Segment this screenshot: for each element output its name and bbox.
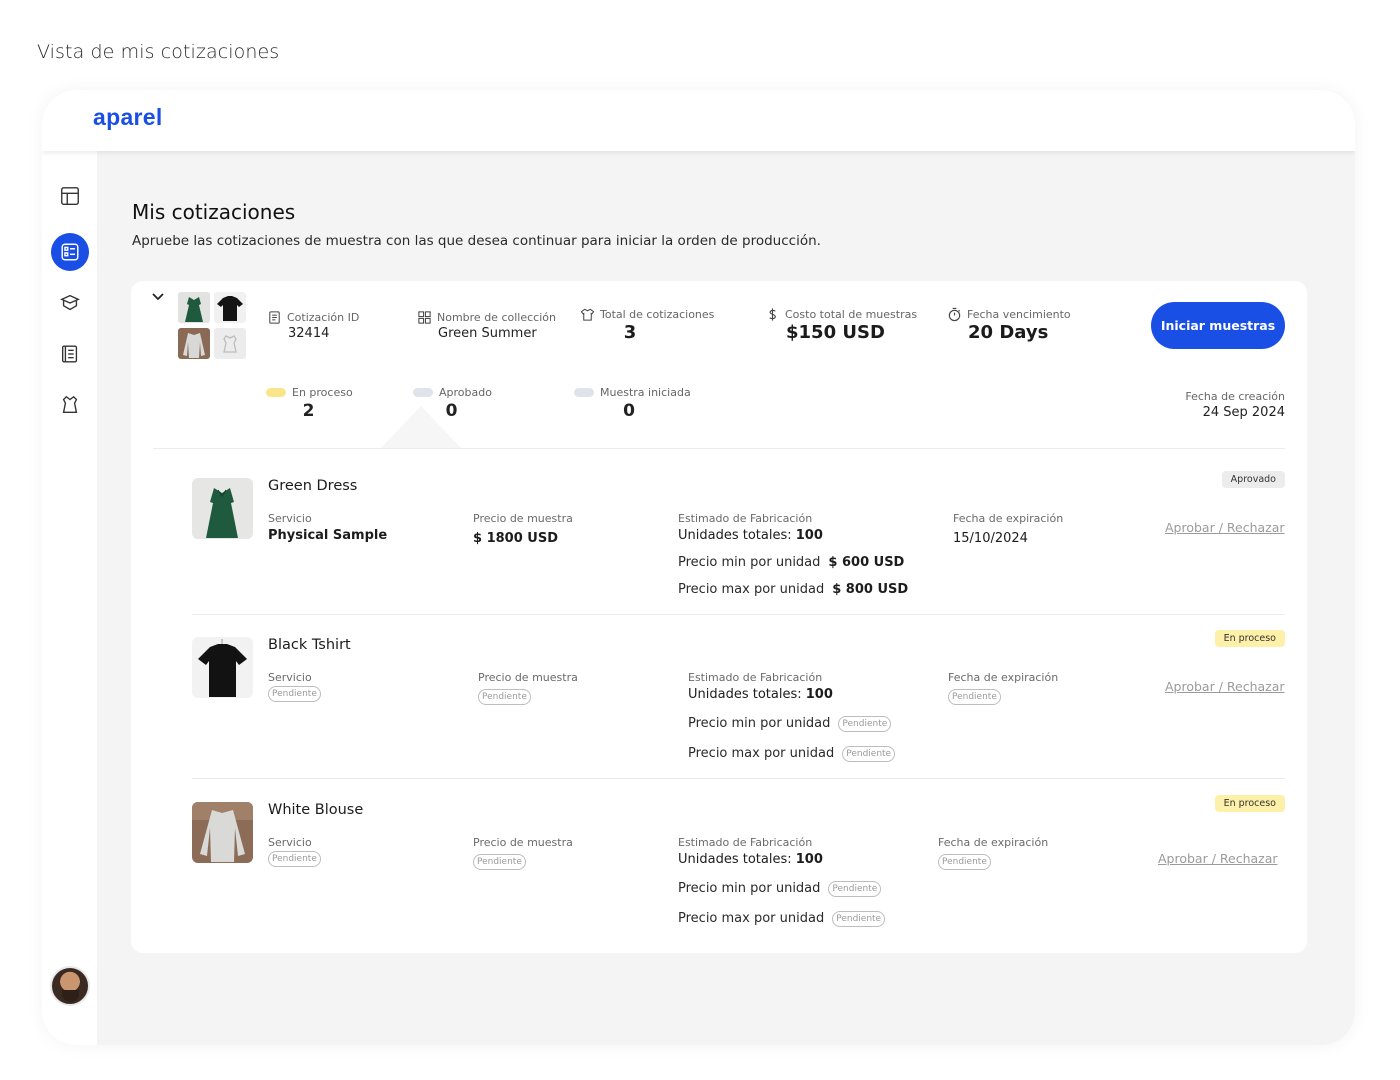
sidebar-item-dashboard[interactable] xyxy=(51,177,88,214)
catalog-icon xyxy=(61,345,77,362)
timer-icon xyxy=(948,307,961,322)
thumbnail-black-tshirt xyxy=(214,292,246,323)
sample-price-column: Precio de muestra $ 1800 USD xyxy=(473,512,573,546)
approve-reject-link[interactable]: Aprobar / Rechazar xyxy=(1158,851,1278,866)
sidebar-item-quotes[interactable] xyxy=(51,233,89,271)
pending-tag: Pendiente xyxy=(828,881,882,897)
expiration-column: Fecha de expiración Pendiente xyxy=(938,836,1048,870)
page-subtitle: Apruebe las cotizaciones de muestra con … xyxy=(132,233,821,249)
grid-icon xyxy=(418,311,431,324)
divider xyxy=(192,614,1285,615)
sample-price-column: Precio de muestra Pendiente xyxy=(473,836,573,870)
sidebar xyxy=(42,151,97,1045)
estimate-column: Estimado de Fabricación Unidades totales… xyxy=(678,836,886,927)
pending-tag: Pendiente xyxy=(478,689,531,705)
aparel-logo[interactable]: aparel xyxy=(93,104,163,131)
service-column: Servicio Pendiente xyxy=(268,671,321,702)
item-name: Black Tshirt xyxy=(268,637,351,653)
creation-date: Fecha de creación 24 Sep 2024 xyxy=(1185,390,1285,420)
status-badge: En proceso xyxy=(1214,630,1285,647)
page-title: Mis cotizaciones xyxy=(132,200,296,224)
pending-tag: Pendiente xyxy=(842,746,896,762)
expiration-column: Fecha de expiración Pendiente xyxy=(948,671,1058,705)
sample-price-column: Precio de muestra Pendiente xyxy=(478,671,578,705)
pending-tag: Pendiente xyxy=(268,686,321,702)
chevron-down-icon[interactable] xyxy=(151,290,165,304)
divider xyxy=(153,448,1285,449)
item-image-green-dress xyxy=(192,478,253,539)
estimate-column: Estimado de Fabricación Unidades totales… xyxy=(688,671,896,762)
service-column: Servicio Pendiente xyxy=(268,836,321,867)
pending-tag: Pendiente xyxy=(268,851,321,867)
collection-name: Nombre de collección Green Summer xyxy=(417,310,556,341)
top-bar: aparel xyxy=(42,90,1355,151)
list-item: Green Dress Aprovado Servicio Physical S… xyxy=(192,471,1285,598)
garment-icon xyxy=(62,395,77,413)
box-icon xyxy=(59,294,80,310)
thumbnail-green-dress xyxy=(178,292,210,323)
item-name: Green Dress xyxy=(268,478,358,494)
pending-tag: Pendiente xyxy=(832,911,886,927)
sidebar-item-samples[interactable] xyxy=(51,284,88,321)
sidebar-item-garments[interactable] xyxy=(51,386,88,423)
status-in-process: En proceso 2 xyxy=(266,386,353,421)
start-samples-button[interactable]: Iniciar muestras xyxy=(1151,302,1285,349)
estimate-column: Estimado de Fabricación Unidades totales… xyxy=(678,512,909,597)
pending-tag: Pendiente xyxy=(473,854,526,870)
pending-tag: Pendiente xyxy=(938,854,991,870)
list-item: White Blouse En proceso Servicio Pendien… xyxy=(192,795,1285,927)
layout-icon xyxy=(60,186,79,205)
quote-id: Cotización ID 32414 xyxy=(267,310,359,341)
sidebar-item-catalog[interactable] xyxy=(51,335,88,372)
item-name: White Blouse xyxy=(268,802,364,818)
item-image-white-blouse xyxy=(192,802,253,863)
due-date: Fecha vencimiento 20 Days xyxy=(947,307,1071,343)
collection-thumbnails xyxy=(178,292,248,360)
total-samples-cost: Costo total de muestras $150 USD xyxy=(765,307,917,343)
thumbnail-white-blouse xyxy=(178,328,210,359)
app-window: aparel Mis cotizaciones Apruebe las coti… xyxy=(42,90,1355,1045)
approve-reject-link[interactable]: Aprobar / Rechazar xyxy=(1165,520,1285,535)
list-item: Black Tshirt En proceso Servicio Pendien… xyxy=(192,630,1285,762)
approve-reject-link[interactable]: Aprobar / Rechazar xyxy=(1165,679,1285,694)
service-column: Servicio Physical Sample xyxy=(268,512,388,543)
dollar-icon xyxy=(769,308,776,321)
pending-tag: Pendiente xyxy=(838,716,892,732)
page-caption: Vista de mis cotizaciones xyxy=(37,41,280,63)
status-pill xyxy=(413,388,433,397)
document-icon xyxy=(269,311,280,324)
status-pill xyxy=(574,388,594,397)
quotes-list-icon xyxy=(61,243,79,261)
item-image-black-tshirt xyxy=(192,637,253,698)
pending-tag: Pendiente xyxy=(948,689,1001,705)
expiration-column: Fecha de expiración 15/10/2024 xyxy=(953,512,1064,546)
quote-card: Cotización ID 32414 Nombre de collección… xyxy=(131,281,1307,953)
user-avatar[interactable] xyxy=(50,966,90,1006)
tshirt-icon xyxy=(580,308,595,321)
status-pointer xyxy=(381,406,461,448)
total-quotes: Total de cotizaciones 3 xyxy=(580,307,714,343)
status-pill xyxy=(266,388,286,397)
thumbnail-placeholder xyxy=(214,328,246,359)
divider xyxy=(192,778,1285,779)
status-badge: En proceso xyxy=(1214,795,1285,812)
status-sample-started: Muestra iniciada 0 xyxy=(574,386,691,421)
status-badge: Aprovado xyxy=(1221,471,1285,488)
